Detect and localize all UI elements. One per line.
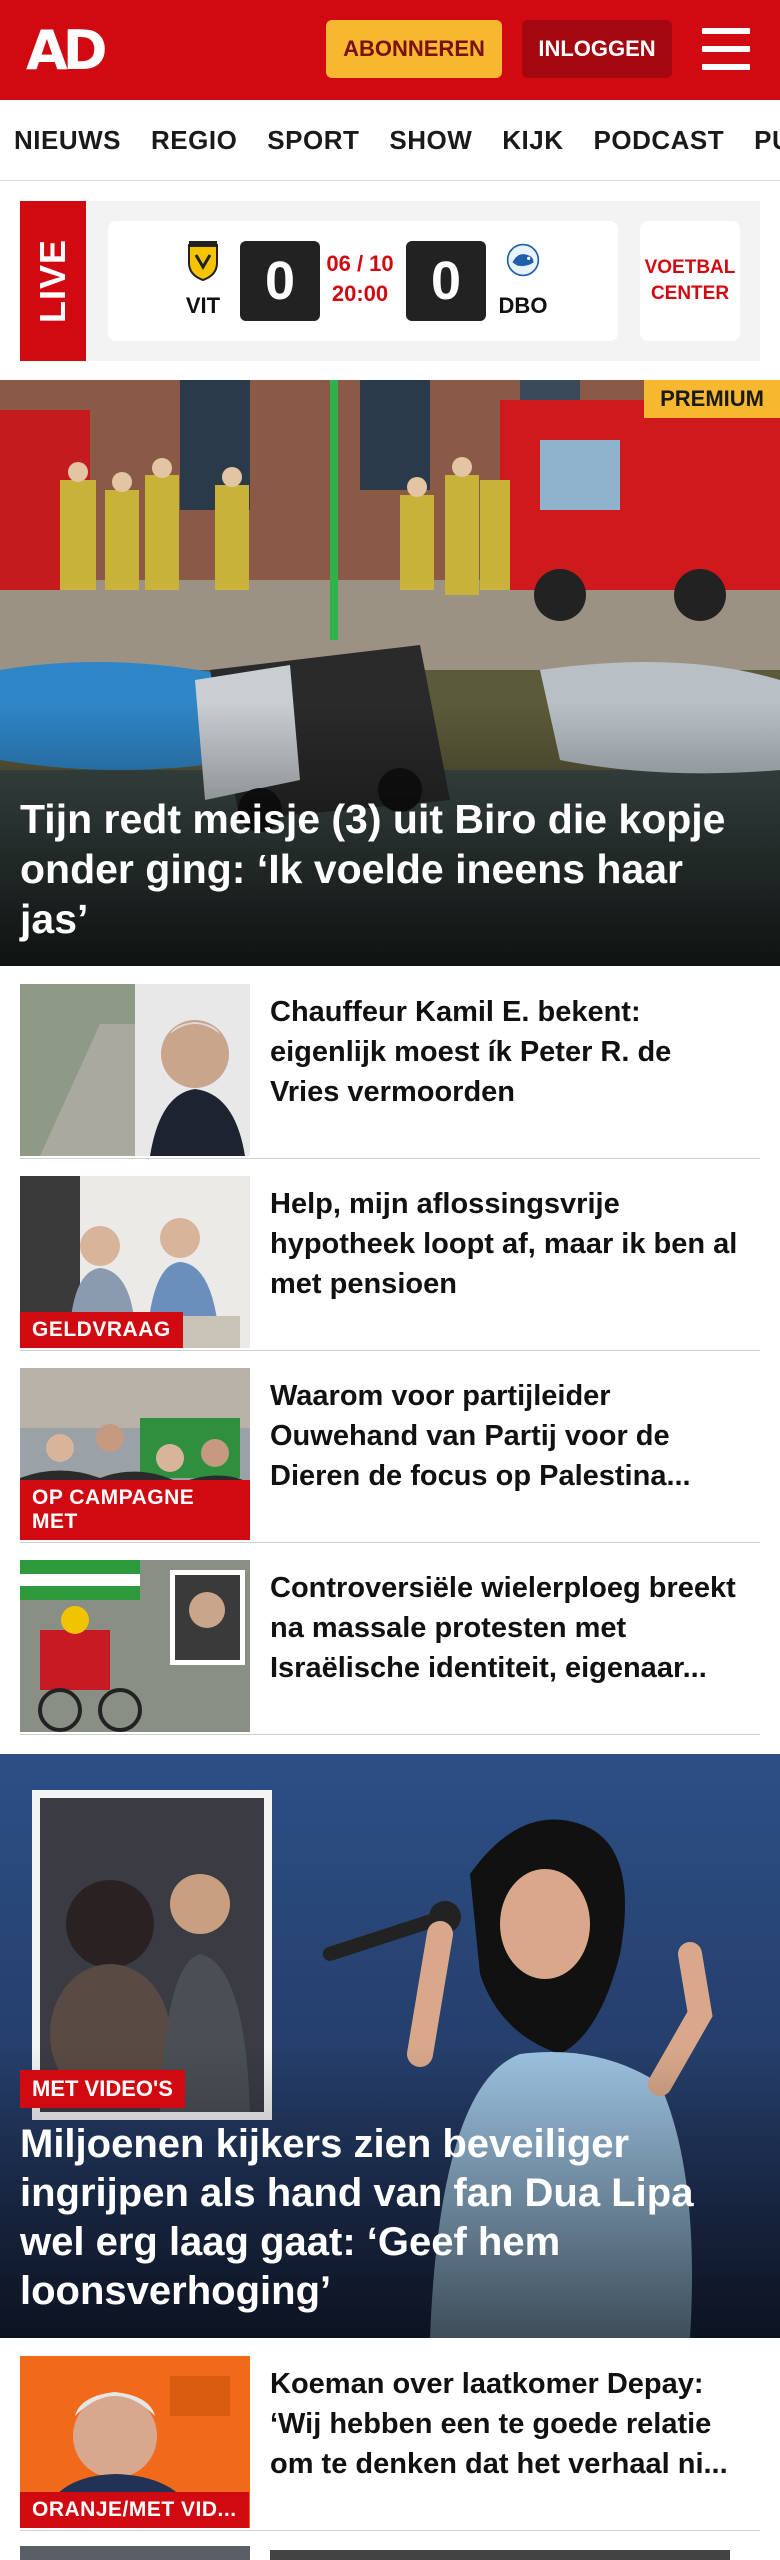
- article-tag: GELDVRAAG: [20, 1312, 183, 1348]
- nav-item-show[interactable]: SHOW: [389, 125, 472, 156]
- article-thumbnail: GELDVRAAG: [20, 1176, 250, 1348]
- match-time: 20:00: [331, 281, 389, 306]
- article-thumbnail: OP CAMPAGNE MET: [20, 1368, 250, 1540]
- article-thumbnail: [20, 1560, 250, 1732]
- article-tag: ORANJE/MET VID...: [20, 2492, 249, 2528]
- article-title[interactable]: Chauffeur Kamil E. bekent: eigenlijk moe…: [270, 992, 740, 1112]
- live-badge: LIVE: [20, 201, 86, 361]
- hero-article[interactable]: PREMIUM Tijn redt meisje (3) uit Biro di…: [0, 380, 780, 966]
- premium-badge: PREMIUM: [644, 380, 780, 418]
- match-card[interactable]: VIT 0 06 / 10 20:00 0 DBO: [108, 221, 618, 341]
- nav-item-sport[interactable]: SPORT: [267, 125, 359, 156]
- nav-item-puzzel[interactable]: PUZZ: [754, 125, 780, 156]
- nav-item-podcast[interactable]: PODCAST: [594, 125, 725, 156]
- list-item[interactable]: GELDVRAAG Help, mijn aflossingsvrije hyp…: [20, 1158, 760, 1351]
- list-item[interactable]: ORANJE/MET VID... Koeman over laatkomer …: [20, 2338, 760, 2531]
- nav-item-kijk[interactable]: KIJK: [502, 125, 563, 156]
- vitesse-crest-icon: [188, 241, 218, 282]
- article-title[interactable]: Koeman over laatkomer Depay: ‘Wij hebben…: [270, 2364, 740, 2484]
- login-button[interactable]: INLOGGEN: [522, 20, 672, 78]
- ad-logo[interactable]: AD: [26, 19, 108, 82]
- away-team: DBO: [493, 239, 553, 319]
- hamburger-menu-icon[interactable]: [702, 28, 750, 70]
- list-item[interactable]: OP CAMPAGNE MET Waarom voor partijleider…: [20, 1350, 760, 1543]
- nav-item-nieuws[interactable]: NIEUWS: [14, 125, 121, 156]
- list-item[interactable]: Chauffeur Kamil E. bekent: eigenlijk moe…: [20, 966, 760, 1159]
- den-bosch-crest-icon: [506, 243, 540, 277]
- article-title[interactable]: Controversiële wielerploeg breekt na mas…: [270, 1568, 740, 1688]
- voetbal-center-link[interactable]: VOETBAL CENTER: [640, 221, 740, 341]
- article-title[interactable]: Help, mijn aflossingsvrije hypotheek loo…: [270, 1184, 740, 1304]
- live-score-bar: LIVE VIT 0 06 / 10 20:00 0 DBO VOETBAL C…: [20, 201, 760, 361]
- site-header: AD ABONNEREN INLOGGEN: [0, 0, 780, 100]
- feature-tag: MET VIDEO'S: [20, 2070, 185, 2108]
- match-datetime: 06 / 10 20:00: [320, 249, 400, 309]
- article-tag: OP CAMPAGNE MET: [20, 1480, 250, 1540]
- feature-article[interactable]: MET VIDEO'S Miljoenen kijkers zien bevei…: [0, 1754, 780, 2338]
- home-team-name: VIT: [185, 293, 221, 318]
- nav-item-regio[interactable]: REGIO: [151, 125, 237, 156]
- hero-title[interactable]: Tijn redt meisje (3) uit Biro die kopje …: [20, 794, 760, 944]
- home-team: VIT: [173, 239, 233, 319]
- home-score: 0: [240, 241, 320, 321]
- article-title-partial: [270, 2550, 730, 2560]
- article-title[interactable]: Waarom voor partijleider Ouwehand van Pa…: [270, 1376, 740, 1496]
- article-thumbnail: [20, 984, 250, 1156]
- section-nav: NIEUWS REGIO SPORT SHOW KIJK PODCAST PUZ…: [0, 100, 780, 181]
- subscribe-button[interactable]: ABONNEREN: [326, 20, 502, 78]
- away-team-name: DBO: [498, 293, 548, 318]
- list-item[interactable]: Controversiële wielerploeg breekt na mas…: [20, 1542, 760, 1735]
- away-score: 0: [406, 241, 486, 321]
- match-date: 06 / 10: [326, 251, 394, 276]
- article-thumbnail: ORANJE/MET VID...: [20, 2356, 250, 2528]
- article-thumbnail-partial: [20, 2546, 250, 2560]
- feature-title[interactable]: Miljoenen kijkers zien beveiliger ingrij…: [20, 2120, 760, 2316]
